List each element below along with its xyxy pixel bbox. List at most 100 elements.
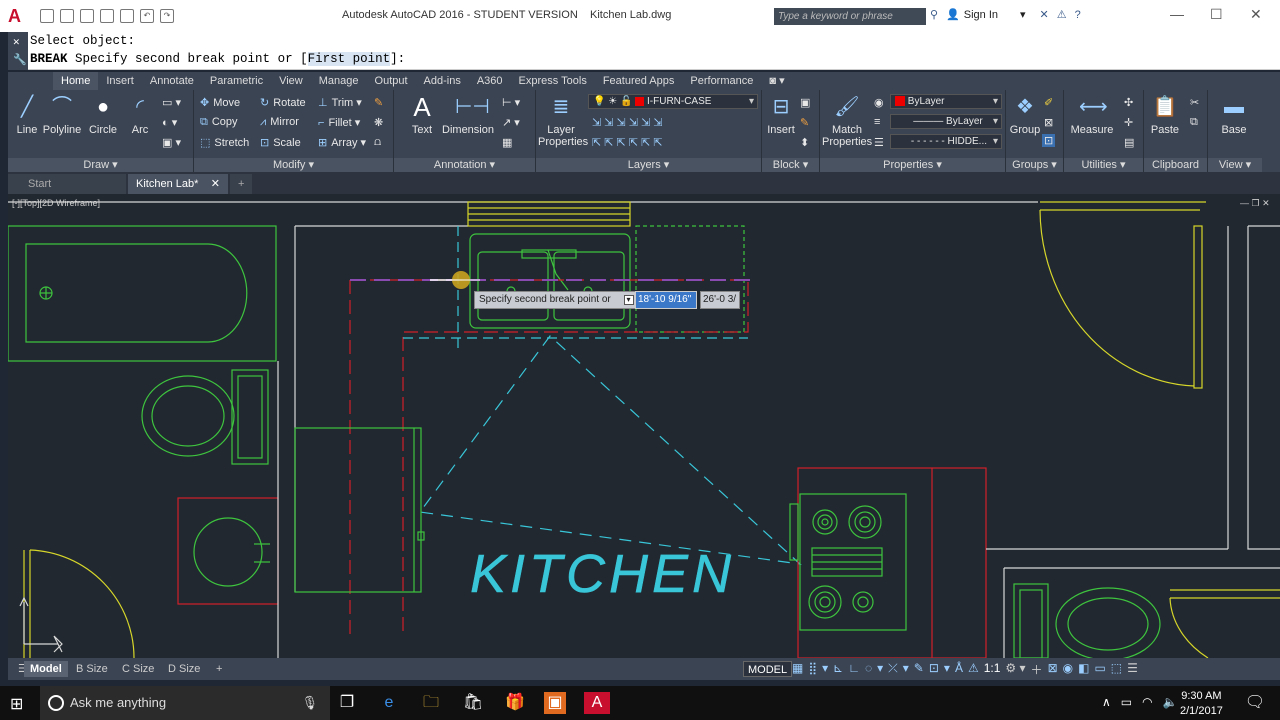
annotation-visibility-icon[interactable]: Å [955,661,963,678]
tab-insert[interactable]: Insert [98,72,142,90]
layout-tab-b-size[interactable]: B Size [70,661,114,677]
tab-annotate[interactable]: Annotate [142,72,202,90]
annotation-monitor-icon[interactable]: ▾ [944,661,950,678]
cortana-search[interactable]: Ask me anything 🎙 [40,686,330,720]
group-select-icon[interactable]: ⊡ [1042,134,1056,147]
help-search-input[interactable]: Type a keyword or phrase [774,8,926,25]
wrench-icon[interactable]: 🔧 [13,53,27,67]
windows-start-icon[interactable]: ⊞ [10,694,23,714]
autocad-logo-icon[interactable]: A [8,6,28,26]
isodraft-icon[interactable]: ◌ [865,661,872,678]
text-button[interactable]: A Text [408,94,436,136]
save-as-icon[interactable] [100,9,114,23]
annotation-panel-label[interactable]: Annotation ▾ [394,158,535,172]
plot-icon[interactable] [120,9,134,23]
tab-add-ins[interactable]: Add-ins [416,72,469,90]
edge-browser-icon[interactable]: e [378,692,400,714]
base-button[interactable]: ▬ Base [1214,94,1254,136]
add-layout-button[interactable]: + [210,661,228,677]
notifications-icon[interactable]: 🗨 [1244,692,1266,714]
mirror-button[interactable]: ⩘ Mirror [260,116,299,129]
close-tab-icon[interactable]: ✕ [211,174,220,194]
linetype-icon[interactable]: ☰ [874,136,884,149]
tab-manage[interactable]: Manage [311,72,367,90]
ribbon-options-icon[interactable]: ◙ ▾ [761,72,792,90]
tab-express-tools[interactable]: Express Tools [511,72,595,90]
point-icon[interactable]: ✛ [1124,116,1133,129]
tab-view[interactable]: View [271,72,311,90]
block-attr-icon[interactable]: ⬍ [800,136,809,149]
close-command-icon[interactable]: ✕ [13,35,20,49]
offset-icon[interactable]: ⩍ [374,136,381,149]
close-icon[interactable]: ✕ [1250,6,1262,23]
tab-output[interactable]: Output [367,72,416,90]
drawing-area[interactable]: [-][Top][2D Wireframe] — ❐ ✕ KITCHEN Spe… [8,194,1280,658]
undo-icon[interactable]: ↶ [140,9,154,23]
circle-button[interactable]: ● Circle [86,94,120,136]
hatch-icon[interactable]: ◐ ▾ [162,116,177,129]
explode-icon[interactable]: ❋ [374,116,383,129]
tab-a360[interactable]: A360 [469,72,511,90]
selection-cycling-icon[interactable]: ⊡ [929,661,939,678]
polar-icon[interactable]: ∟ [848,661,860,678]
help-icon[interactable]: ? [1075,9,1081,21]
erase-icon[interactable]: ✎ [374,96,383,109]
rotate-button[interactable]: ↻ Rotate [260,96,306,109]
file-tab-kitchen-lab[interactable]: Kitchen Lab* ✕ [128,174,228,194]
hardware-accel-icon[interactable]: ▭ [1094,661,1105,678]
rectangle-icon[interactable]: ▭ ▾ [162,96,181,109]
model-space-button[interactable]: MODEL [743,661,793,677]
cut-icon[interactable]: ✂ [1190,96,1199,109]
clipboard-panel-label[interactable]: Clipboard [1144,158,1207,172]
command-line[interactable]: ✕ 🔧 Select object: BREAK Specify second … [8,32,1280,70]
tab-home[interactable]: Home [53,72,99,90]
quick-select-icon[interactable]: ✣ [1124,96,1133,109]
line-button[interactable]: ╱ Line [12,94,42,136]
floor-plan[interactable]: KITCHEN [8,194,1280,658]
group-button[interactable]: ❖ Group [1008,94,1042,136]
draw-panel-label[interactable]: Draw ▾ [8,158,193,172]
boundary-icon[interactable]: ▣ ▾ [162,136,181,149]
new-tab-button[interactable]: + [230,174,253,194]
open-icon[interactable] [60,9,74,23]
properties-panel-label[interactable]: Properties ▾ [820,158,1005,172]
fillet-button[interactable]: ⌐ Fillet ▾ [318,116,360,129]
microphone-icon[interactable]: 🎙 [301,686,318,720]
wifi-icon[interactable]: ◠ [1142,695,1152,709]
user-icon[interactable]: 👤 [946,8,960,21]
copy-clip-icon[interactable]: ⧉ [1190,116,1198,129]
dimension-button[interactable]: ⊢⊣ Dimension [440,94,496,136]
tooltip-options-icon[interactable]: ▾ [623,295,634,305]
groups-panel-label[interactable]: Groups ▾ [1006,158,1063,172]
coordinate-input-y[interactable]: 26'-0 3/ [700,291,740,309]
chevron-down-icon[interactable]: ▾ [1020,8,1026,21]
lineweight-toggle-icon[interactable]: ▾ [903,661,909,678]
osnap-icon[interactable]: ▾ [877,661,883,678]
file-explorer-icon[interactable]: 🗀 [420,692,442,714]
create-block-icon[interactable]: ▣ [800,96,810,109]
command-prompt[interactable]: BREAK Specify second break point or [Fir… [30,52,405,66]
layer-tools-row2[interactable]: ⇱ ⇱ ⇱ ⇱ ⇱ ⇱ [592,136,663,149]
save-icon[interactable] [80,9,94,23]
measure-button[interactable]: ⟷ Measure [1068,94,1116,136]
copy-button[interactable]: ⧉ Copy [200,116,238,129]
move-button[interactable]: ✥ Move [200,96,240,109]
infer-icon[interactable]: ▾ [822,661,828,678]
utilities-panel-label[interactable]: Utilities ▾ [1064,158,1143,172]
layout-tab-c-size[interactable]: C Size [116,661,160,677]
gift-app-icon[interactable]: 🎁 [504,692,526,714]
table-icon[interactable]: ▦ [502,136,512,149]
scale-button[interactable]: ⊡ Scale [260,136,301,149]
modify-panel-label[interactable]: Modify ▾ [194,158,393,172]
arc-button[interactable]: ◜ Arc [126,94,154,136]
option-first-point[interactable]: First point [307,52,391,66]
layout-tab-d-size[interactable]: D Size [162,661,206,677]
edit-block-icon[interactable]: ✎ [800,116,809,129]
group-edit-icon[interactable]: ⊠ [1044,116,1053,129]
insert-button[interactable]: ⊟ Insert [764,94,798,136]
quick-properties-icon[interactable]: ◉ [1063,661,1073,678]
block-panel-label[interactable]: Block ▾ [762,158,819,172]
tray-chevron-icon[interactable]: ∧ [1102,695,1111,709]
match-properties-button[interactable]: 🖌 Match Properties [822,94,872,148]
array-button[interactable]: ⊞ Array ▾ [318,136,366,149]
